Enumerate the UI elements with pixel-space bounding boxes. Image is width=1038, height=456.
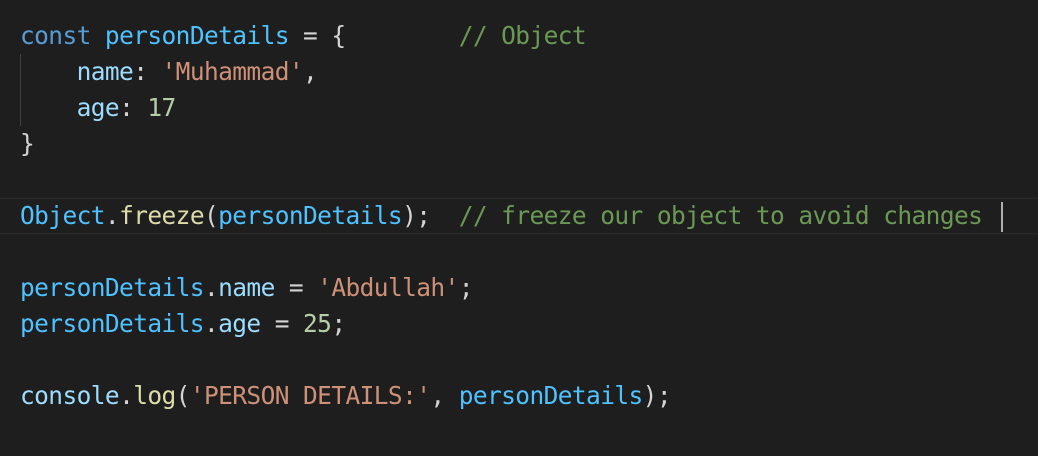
assign: = [260,309,304,338]
string-abdullah: 'Abdullah' [317,273,459,302]
text-cursor [1001,202,1003,232]
close-paren: ); [402,201,431,230]
code-line-1[interactable]: const personDetails = { // Object [20,18,587,54]
identifier-person-details: personDetails [20,273,205,302]
comma: , [303,57,318,86]
property-age: age [218,309,261,338]
code-line-8[interactable]: personDetails.name = 'Abdullah'; [20,270,473,306]
code-line-2[interactable]: name: 'Muhammad', [20,54,318,90]
dot: . [203,273,219,302]
object-class: Object [20,201,106,230]
dot: . [104,201,120,230]
dot: . [203,309,219,338]
semicolon: ; [458,273,474,302]
semicolon: ; [331,309,346,338]
number-25: 25 [303,309,332,338]
method-freeze: freeze [119,201,205,230]
string-muhammad: 'Muhammad' [161,57,304,86]
open-paren: ( [175,381,191,410]
identifier-console: console [20,381,120,410]
code-line-11[interactable]: console.log('PERSON DETAILS:', personDet… [20,378,672,414]
assign-brace: = { [288,21,346,50]
code-line-9[interactable]: personDetails.age = 25; [20,306,346,342]
comment-object: // Object [458,21,587,50]
method-log: log [133,381,176,410]
code-line-3[interactable]: age: 17 [20,90,177,126]
colon: : [119,93,148,122]
code-editor[interactable]: const personDetails = { // Object name: … [0,0,1038,456]
identifier-person-details: personDetails [104,21,290,50]
code-line-6[interactable]: Object.freeze(personDetails); // freeze … [20,198,983,234]
argument-person-details: personDetails [458,381,644,410]
property-age-key: age [76,93,120,122]
comment-freeze: // freeze our object to avoid changes [458,201,983,230]
argument-person-details: personDetails [218,201,403,230]
open-paren: ( [203,201,219,230]
property-name: name [218,273,275,302]
identifier-person-details: personDetails [20,309,205,338]
keyword-const: const [20,21,91,50]
close-paren: ); [642,381,672,410]
string-person-details-label: 'PERSON DETAILS:' [189,381,431,410]
dot: . [119,381,134,410]
colon: : [133,57,162,86]
closing-brace: } [20,129,35,158]
assign: = [274,273,318,302]
property-name-key: name [76,57,134,86]
separator: , [430,381,459,410]
code-line-4[interactable]: } [20,126,35,162]
number-17: 17 [147,93,176,122]
